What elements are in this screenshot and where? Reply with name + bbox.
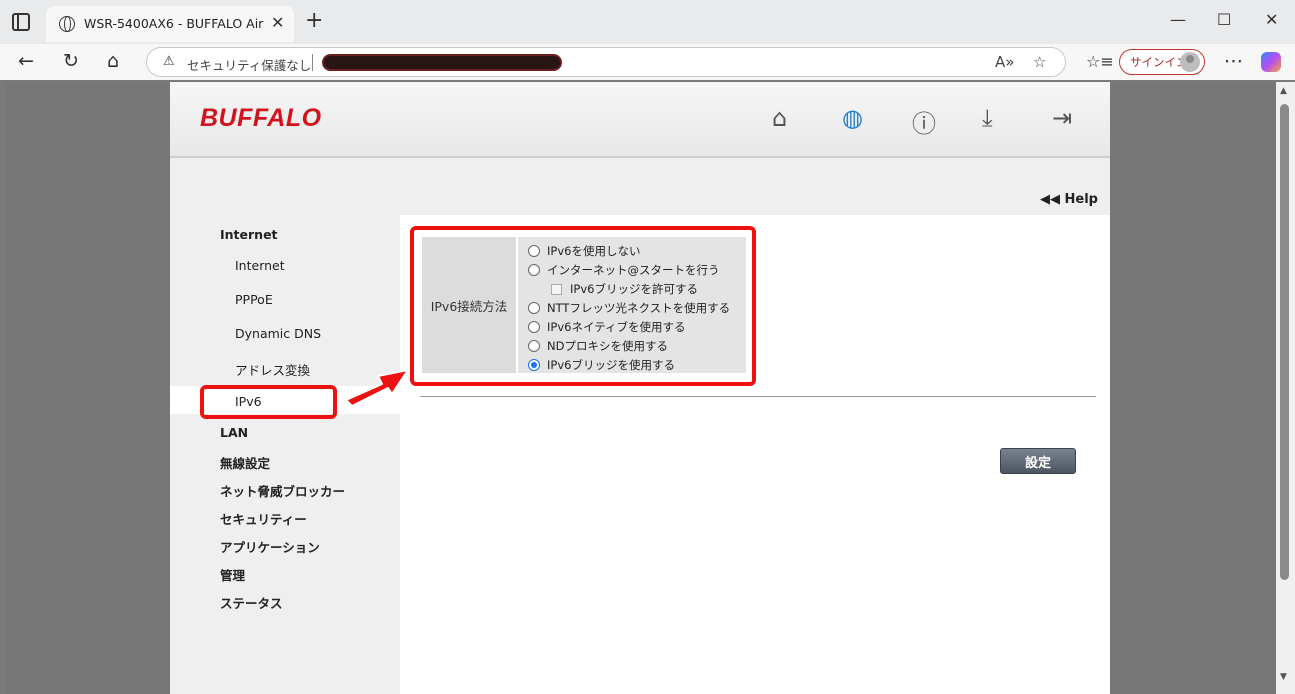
sidebar-item-pppoe[interactable]: PPPoE	[235, 292, 273, 307]
buffalo-logo[interactable]: BUFFALO	[200, 104, 322, 133]
browser-titlebar: WSR-5400AX6 - BUFFALO AirStation ✕ + — ☐…	[0, 0, 1295, 44]
sidebar-section-admin[interactable]: 管理	[220, 565, 245, 584]
security-label: セキュリティ保護なし	[187, 58, 312, 73]
new-tab-button[interactable]: +	[305, 10, 323, 32]
download-icon[interactable]: ⤓	[982, 104, 993, 132]
tab-title: WSR-5400AX6 - BUFFALO AirStation	[84, 16, 264, 31]
sidebar-section-applications[interactable]: アプリケーション	[220, 537, 320, 556]
sidebar-item-internet[interactable]: Internet	[235, 258, 285, 273]
sidebar-section-status[interactable]: ステータス	[220, 593, 283, 612]
logout-icon[interactable]: ⇥	[1052, 104, 1072, 132]
browser-tab[interactable]: WSR-5400AX6 - BUFFALO AirStation ✕	[46, 6, 294, 42]
globe-icon[interactable]: ◍	[842, 104, 863, 132]
copilot-icon[interactable]	[1261, 52, 1281, 72]
tab-actions-icon[interactable]	[12, 13, 30, 31]
sidebar-item-nat[interactable]: アドレス変換	[235, 360, 310, 379]
scroll-up-icon[interactable]: ▲	[1280, 86, 1287, 96]
redacted-url	[322, 54, 562, 71]
router-header: BUFFALO ⌂ ◍ ⓘ ⤓ ⇥	[170, 82, 1110, 158]
reload-icon[interactable]: ↻	[63, 50, 79, 72]
sidebar-section-lan[interactable]: LAN	[220, 425, 248, 440]
globe-icon	[59, 16, 75, 32]
sidebar-section-internet[interactable]: Internet	[220, 227, 278, 242]
favorite-star-icon[interactable]: ☆	[1033, 53, 1046, 71]
warning-icon: ⚠	[163, 54, 175, 69]
sidebar-section-wireless[interactable]: 無線設定	[220, 453, 270, 472]
signin-label: サインイン	[1130, 55, 1188, 69]
sidebar-section-security[interactable]: セキュリティー	[220, 509, 307, 528]
close-tab-icon[interactable]: ✕	[271, 13, 284, 32]
scroll-down-icon[interactable]: ▼	[1280, 672, 1287, 682]
browser-toolbar: ← ↻ ⌂ ⚠ セキュリティ保護なし A» ☆ ☆≡ サインイン ⋯	[0, 44, 1295, 80]
url-separator	[312, 54, 313, 71]
favorites-icon[interactable]: ☆≡	[1086, 52, 1114, 71]
signin-button[interactable]: サインイン	[1119, 49, 1205, 75]
more-menu-icon[interactable]: ⋯	[1224, 50, 1243, 72]
scrollbar[interactable]: ▲ ▼	[1276, 82, 1295, 694]
read-aloud-icon[interactable]: A»	[995, 53, 1014, 71]
avatar-icon	[1180, 52, 1200, 72]
help-link[interactable]: ◀◀ Help	[1040, 192, 1098, 207]
back-icon[interactable]: ←	[18, 50, 34, 72]
divider	[420, 396, 1096, 397]
sidebar-section-threat-blocker[interactable]: ネット脅威ブロッカー	[220, 481, 345, 500]
scrollbar-thumb[interactable]	[1280, 104, 1289, 580]
maximize-button[interactable]: ☐	[1217, 10, 1231, 29]
close-window-button[interactable]: ✕	[1265, 10, 1278, 29]
apply-button[interactable]: 設定	[1000, 448, 1076, 474]
info-icon[interactable]: ⓘ	[912, 104, 936, 139]
home-icon[interactable]: ⌂	[107, 50, 119, 72]
minimize-button[interactable]: —	[1170, 10, 1186, 29]
annotation-options-highlight	[410, 226, 756, 386]
home-icon[interactable]: ⌂	[772, 104, 787, 132]
annotation-ipv6-highlight	[200, 385, 337, 419]
address-bar[interactable]: ⚠ セキュリティ保護なし A» ☆	[146, 47, 1066, 77]
annotation-arrow	[345, 369, 409, 407]
sidebar-item-ddns[interactable]: Dynamic DNS	[235, 326, 321, 341]
